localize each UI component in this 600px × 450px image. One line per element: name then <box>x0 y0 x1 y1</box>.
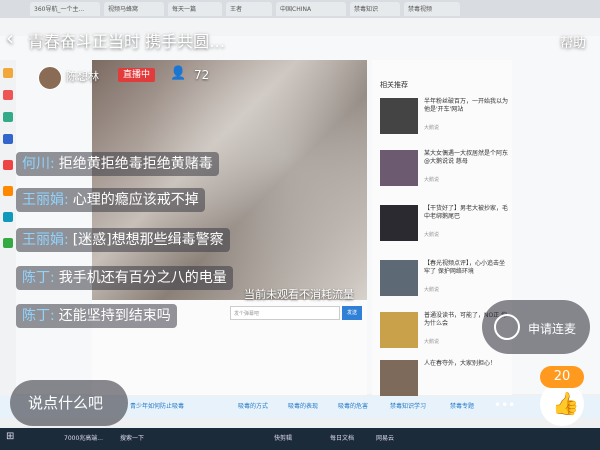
video-thumbnail <box>380 312 418 348</box>
browser-tab[interactable]: 王者 <box>226 2 272 16</box>
recommend-meta: 大鹅说 <box>424 232 440 238</box>
recommend-meta: 大鹅说 <box>424 287 440 293</box>
topic-tab[interactable]: 吸毒的方式 <box>238 401 268 410</box>
chat-username: 陈丁: <box>22 308 55 324</box>
chat-message: 陈丁: 我手机还有百分之八的电量 <box>16 266 233 290</box>
send-button[interactable]: 发送 <box>342 306 362 320</box>
traffic-notice: 当前未观看不消耗流量 <box>244 288 354 301</box>
app-icon[interactable] <box>3 186 13 196</box>
topic-tab[interactable]: 禁毒专题 <box>450 401 474 410</box>
windows-start-icon[interactable]: ⊞ <box>6 431 14 443</box>
link-mic-icon <box>494 314 520 340</box>
person-icon: 👤 <box>170 66 187 81</box>
recommend-title: 半年粉丝破百万，一开始我以为他是'开车'网站 <box>424 98 509 113</box>
recommend-meta: 大鹅说 <box>424 125 440 131</box>
host-name: 陈想林 <box>66 70 99 83</box>
app-icon[interactable] <box>3 212 13 222</box>
taskbar: ⊞ 7000兆高端... 搜索一下 快剪辑 每日文档 网易云 <box>0 428 600 450</box>
recommend-meta: 大鹅说 <box>424 177 440 183</box>
video-thumbnail <box>380 260 418 296</box>
taskbar-item[interactable]: 快剪辑 <box>274 433 292 445</box>
recommend-title: 人在春夺外，大家别担心！ <box>424 360 497 367</box>
app-icon[interactable] <box>3 112 13 122</box>
topic-tab[interactable]: 青少年如何防止吸毒 <box>130 401 184 410</box>
back-arrow-icon[interactable]: ‹ <box>6 26 14 50</box>
host-avatar[interactable] <box>38 66 62 90</box>
recommend-title: 【干货好了】男老大被抄家，毛中老绑鹅尾巴 <box>424 205 509 220</box>
chat-text: 还能坚持到结束吗 <box>58 308 171 324</box>
chat-text: 我手机还有百分之八的电量 <box>58 270 227 286</box>
video-thumbnail <box>380 360 418 396</box>
thumbs-up-icon: 👍 <box>552 392 580 417</box>
live-status-badge: 直播中 <box>118 68 156 82</box>
video-highlight <box>92 60 367 300</box>
topic-tab[interactable]: 禁毒知识学习 <box>390 401 426 410</box>
video-thumbnail <box>380 98 418 134</box>
topic-tab[interactable]: 吸毒的表现 <box>288 401 318 410</box>
app-icon[interactable] <box>3 238 13 248</box>
taskbar-item[interactable]: 7000兆高端... <box>64 433 103 445</box>
mic-request-label: 申请连麦 <box>528 322 577 336</box>
video-thumbnail <box>380 150 418 186</box>
recommend-item[interactable]: 【春光视频点评】，心小追击坐牢了 保护网络环境 大鹅说 <box>380 260 508 300</box>
topic-tab[interactable]: 吸毒的危害 <box>338 401 368 410</box>
chat-message: 王丽娟: 心理的瘾应该戒不掉 <box>16 188 205 212</box>
recommend-item[interactable]: 人在春夺外，大家别担心！ <box>380 360 508 400</box>
recommend-item[interactable]: 半年粉丝破百万，一开始我以为他是'开车'网站 大鹅说 <box>380 98 508 138</box>
danmaku-input[interactable]: 发个弹幕吧 <box>230 306 340 320</box>
chat-message: 陈丁: 还能坚持到结束吗 <box>16 304 177 328</box>
taskbar-item[interactable]: 每日文档 <box>330 433 354 445</box>
browser-tab[interactable]: 视频马蜂窝 <box>104 2 164 16</box>
recommend-item[interactable]: 某大女偶遇一大叔居然是个阿东 @大鹅说说 慈母 大鹅说 <box>380 150 508 190</box>
app-icon[interactable] <box>3 160 13 170</box>
recommend-item[interactable]: 【干货好了】男老大被抄家，毛中老绑鹅尾巴 大鹅说 <box>380 205 508 245</box>
browser-tab[interactable]: 禁毒视频 <box>404 2 460 16</box>
recommend-header: 相关推荐 <box>380 81 408 89</box>
taskbar-item[interactable]: 搜索一下 <box>120 433 144 445</box>
chat-username: 王丽娟: <box>22 192 69 208</box>
browser-tab-bar: 360导航_一个主... 视频马蜂窝 每天一篇 王者 中国CHINA 禁毒知识 … <box>0 0 600 18</box>
browser-tab[interactable]: 禁毒知识 <box>350 2 400 16</box>
chat-message: 何川: 拒绝黄拒绝毒拒绝黄赌毒 <box>16 152 219 176</box>
video-thumbnail <box>380 205 418 241</box>
chat-username: 陈丁: <box>22 270 55 286</box>
chat-username: 何川: <box>22 156 55 172</box>
app-icon[interactable] <box>3 90 13 100</box>
app-icon[interactable] <box>3 134 13 144</box>
chat-message: 王丽娟: [迷惑]想想那些缉毒警察 <box>16 228 230 252</box>
taskbar-item[interactable]: 网易云 <box>376 433 394 445</box>
browser-tab[interactable]: 360导航_一个主... <box>30 2 100 16</box>
left-sidebar <box>0 60 16 410</box>
live-title: 青春奋斗正当时 携手共圆… <box>28 32 226 51</box>
viewer-count: 72 <box>194 68 210 82</box>
recommend-meta: 大鹅说 <box>424 339 440 345</box>
recommend-title: 【春光视频点评】，心小追击坐牢了 保护网络环境 <box>424 260 506 275</box>
recommend-title: 某大女偶遇一大叔居然是个阿东 @大鹅说说 慈母 <box>424 150 509 165</box>
comment-input[interactable]: 说点什么吧 <box>10 380 128 426</box>
chat-text: [迷惑]想想那些缉毒警察 <box>72 232 224 248</box>
chat-username: 王丽娟: <box>22 232 69 248</box>
star-icon[interactable] <box>3 68 13 78</box>
chat-text: 拒绝黄拒绝毒拒绝黄赌毒 <box>58 156 213 172</box>
more-options-icon[interactable]: ••• <box>494 398 515 412</box>
browser-tab[interactable]: 中国CHINA <box>276 2 346 16</box>
help-button[interactable]: 帮助 <box>560 32 586 51</box>
chat-text: 心理的瘾应该戒不掉 <box>72 192 199 208</box>
browser-tab[interactable]: 每天一篇 <box>168 2 222 16</box>
like-count: 20 <box>540 366 584 388</box>
